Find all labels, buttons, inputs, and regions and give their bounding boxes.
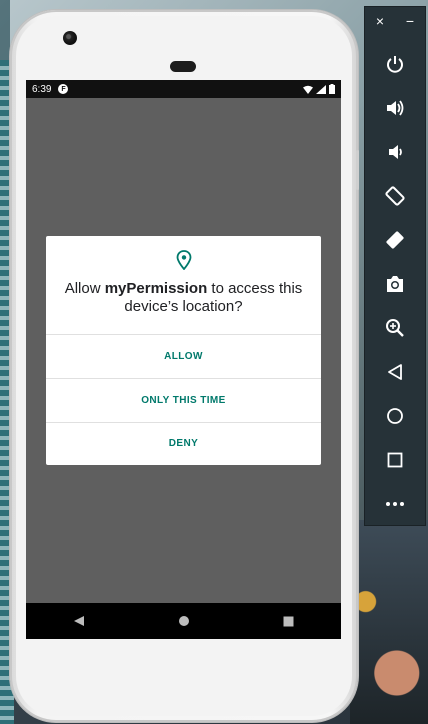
volume-down-icon xyxy=(389,145,402,159)
allow-button[interactable]: ALLOW xyxy=(46,335,321,378)
status-time: 6:39 xyxy=(32,83,52,95)
minimize-button[interactable]: − xyxy=(406,13,414,29)
dialog-title: Allow myPermission to access this device… xyxy=(56,280,311,316)
notification-app-icon: F xyxy=(58,84,69,94)
close-button[interactable]: × xyxy=(376,13,384,29)
signal-icon xyxy=(316,84,326,94)
app-name: myPermission xyxy=(104,280,208,297)
nav-overview-button[interactable] xyxy=(274,606,304,636)
device-screen: 6:39 F Allow myPermission to access this… xyxy=(26,80,341,639)
status-icons xyxy=(303,84,335,94)
home-icon xyxy=(387,408,403,424)
toolbar-window-controls: × − xyxy=(365,7,425,35)
back-icon xyxy=(388,364,402,380)
camera-icon xyxy=(387,276,403,292)
rotate-right-button[interactable] xyxy=(365,220,425,260)
home-icon xyxy=(178,616,189,626)
zoom-button[interactable] xyxy=(365,308,425,348)
front-camera xyxy=(63,31,77,45)
zoom-icon xyxy=(386,319,404,337)
rotate-left-button[interactable] xyxy=(365,176,425,216)
toolbar-overview-button[interactable] xyxy=(365,440,425,480)
phone-side-button xyxy=(356,150,359,190)
wifi-icon xyxy=(303,85,313,94)
location-pin-icon xyxy=(176,250,192,270)
only-this-time-button[interactable]: ONLY THIS TIME xyxy=(46,379,321,422)
permission-dialog: Allow myPermission to access this device… xyxy=(46,236,321,465)
emulator-toolbar: × − xyxy=(364,6,426,526)
title-prefix: Allow xyxy=(64,280,105,297)
navigation-bar xyxy=(26,603,341,639)
rotate-right-icon xyxy=(386,231,404,249)
overview-icon xyxy=(387,452,403,468)
more-icon xyxy=(386,502,404,506)
power-button[interactable] xyxy=(365,44,425,84)
nav-back-button[interactable] xyxy=(64,606,94,636)
rotate-left-icon xyxy=(385,186,405,206)
earpiece-speaker xyxy=(170,61,196,72)
more-button[interactable] xyxy=(365,484,425,524)
deny-button[interactable]: DENY xyxy=(46,422,321,465)
toolbar-back-button[interactable] xyxy=(365,352,425,392)
power-icon xyxy=(387,56,403,73)
nav-home-button[interactable] xyxy=(169,606,199,636)
back-icon xyxy=(73,616,84,626)
volume-down-button[interactable] xyxy=(365,132,425,172)
volume-up-icon xyxy=(387,100,404,116)
toolbar-home-button[interactable] xyxy=(365,396,425,436)
battery-icon xyxy=(329,84,335,94)
volume-up-button[interactable] xyxy=(365,88,425,128)
background-crowd xyxy=(350,520,428,724)
overview-icon xyxy=(283,616,294,626)
screenshot-button[interactable] xyxy=(365,264,425,304)
status-bar: 6:39 F xyxy=(26,80,341,98)
